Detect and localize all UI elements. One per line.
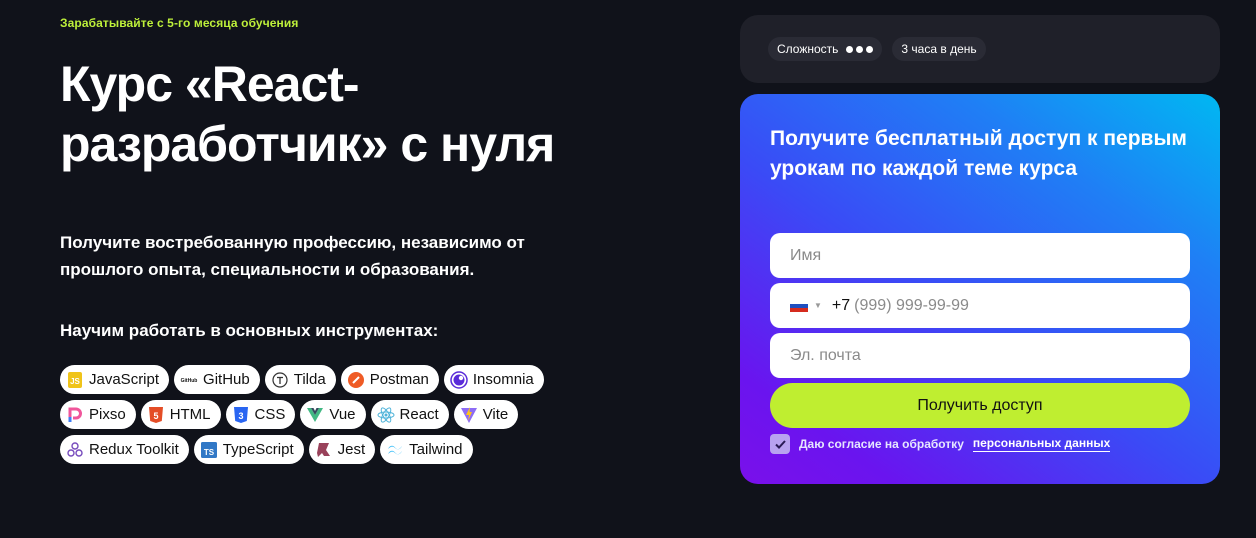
tool-tag-jest: Jest: [308, 435, 376, 464]
svg-text:5: 5: [153, 411, 158, 421]
tool-tag-tilda: Tilda: [264, 365, 336, 394]
personal-data-link[interactable]: персональных данных: [972, 436, 1111, 452]
country-dropdown-icon[interactable]: ▼: [814, 301, 822, 310]
redux-icon: [66, 441, 84, 459]
tool-tag-github: GitHub GitHub: [174, 365, 260, 394]
tool-tag-label: TypeScript: [222, 441, 294, 458]
name-input[interactable]: [770, 233, 1190, 278]
insomnia-icon: [450, 370, 468, 389]
vue-icon: [306, 406, 324, 424]
html-icon: 5: [147, 406, 165, 424]
phone-field: ▼ +7: [770, 283, 1190, 328]
phone-input[interactable]: [854, 296, 1170, 315]
tool-tag-javascript: JS JavaScript: [60, 365, 170, 394]
tailwind-icon: [386, 441, 404, 459]
page-title: Курс «React-разработчик» с нуля: [60, 56, 555, 172]
difficulty-dot: [846, 45, 854, 53]
difficulty-dots: [846, 45, 874, 53]
time-label: 3 часа в день: [901, 42, 977, 56]
consent-checkbox[interactable]: [770, 434, 790, 454]
svg-text:GitHub: GitHub: [181, 378, 198, 384]
tool-tag-label: HTML: [169, 406, 211, 423]
jest-icon: [315, 441, 333, 459]
javascript-icon: JS: [66, 371, 84, 389]
checkmark-icon: [774, 439, 786, 449]
tool-tag-pixso: Pixso: [60, 400, 136, 429]
email-input[interactable]: [770, 333, 1190, 378]
tool-tag-label: JavaScript: [89, 371, 160, 388]
tool-tag-label: Redux Toolkit: [89, 441, 179, 458]
difficulty-dot: [866, 45, 874, 53]
css-icon: 3: [232, 406, 250, 424]
postman-icon: [347, 371, 365, 389]
tool-tag-html: 5 HTML: [140, 400, 221, 429]
tool-tag-label: CSS: [254, 406, 286, 423]
tool-tag-vue: Vue: [300, 400, 366, 429]
tools-heading: Научим работать в основных инструментах:: [60, 321, 439, 340]
tool-tag-redux-toolkit: Redux Toolkit: [60, 435, 189, 464]
tool-tag-label: Jest: [337, 441, 366, 458]
russia-flag-icon[interactable]: [790, 299, 808, 312]
tool-tag-typescript: TS TypeScript: [193, 435, 304, 464]
tool-tag-postman: Postman: [340, 365, 439, 394]
tool-tag-insomnia: Insomnia: [443, 365, 544, 394]
course-info-card: Сложность 3 часа в день: [740, 15, 1220, 83]
tool-tag-label: React: [399, 406, 439, 423]
phone-prefix: +7: [831, 296, 851, 314]
svg-text:3: 3: [238, 411, 243, 421]
difficulty-dot: [856, 45, 864, 53]
tool-tag-label: Tilda: [293, 371, 326, 388]
tool-tag-label: Tailwind: [409, 441, 463, 458]
tool-tag-tailwind: Tailwind: [380, 435, 473, 464]
difficulty-label: Сложность: [777, 42, 839, 56]
tool-tag-label: Postman: [369, 371, 429, 388]
tool-tag-vite: Vite: [453, 400, 519, 429]
pixso-icon: [66, 406, 84, 424]
submit-button[interactable]: Получить доступ: [770, 383, 1190, 428]
difficulty-chip: Сложность: [768, 37, 883, 61]
svg-text:JS: JS: [70, 377, 80, 386]
eyebrow-text: Зарабатывайте с 5-го месяца обучения: [60, 16, 299, 30]
tool-tag-label: Insomnia: [472, 371, 534, 388]
time-chip: 3 часа в день: [892, 37, 986, 61]
svg-text:TS: TS: [204, 448, 215, 457]
hero-subtitle: Получите востребованную профессию, незав…: [60, 233, 525, 279]
react-icon: [377, 406, 395, 424]
tool-tag-css: 3 CSS: [225, 400, 296, 429]
tool-tag-react: React: [370, 400, 449, 429]
tool-tag-label: GitHub: [203, 371, 250, 388]
github-icon: GitHub: [180, 371, 198, 389]
consent-row: Даю согласие на обработку персональных д…: [770, 434, 1111, 454]
typescript-icon: TS: [200, 441, 218, 459]
tilda-icon: [271, 371, 289, 389]
vite-icon: [460, 406, 478, 424]
consent-text: Даю согласие на обработку: [799, 437, 964, 451]
tool-tag-label: Vite: [482, 406, 509, 423]
tool-tag-label: Vue: [329, 406, 356, 423]
tool-tag-label: Pixso: [89, 406, 126, 423]
tools-list: JS JavaScript GitHub GitHub Tilda Postman Inso…: [60, 365, 620, 464]
form-title: Получите бесплатный доступ к первым урок…: [770, 127, 1187, 180]
signup-form: Получите бесплатный доступ к первым урок…: [740, 94, 1220, 484]
